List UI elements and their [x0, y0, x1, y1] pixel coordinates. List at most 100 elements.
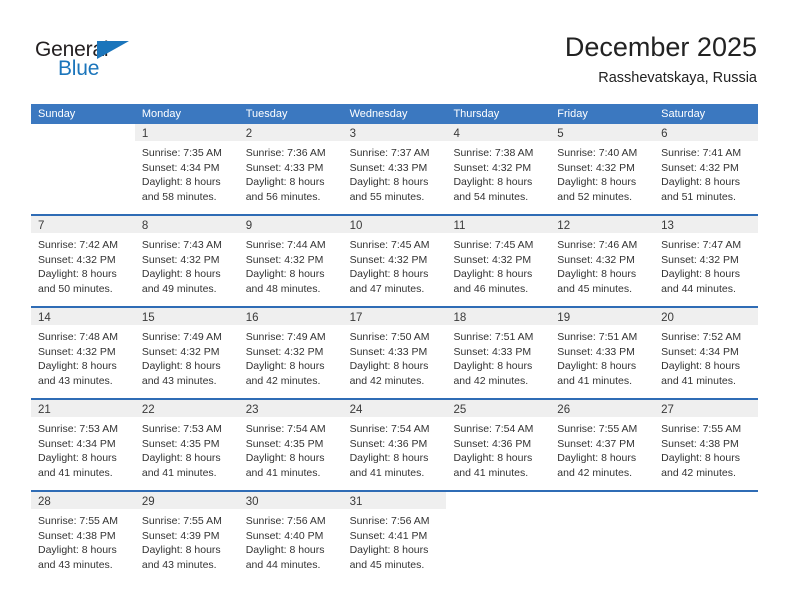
day-info: Sunrise: 7:37 AM Sunset: 4:33 PM Daylight:…	[343, 141, 447, 204]
sunset-text: Sunset: 4:33 PM	[349, 161, 428, 174]
sunrise-text: Sunrise: 7:54 AM	[245, 423, 326, 435]
day-cell[interactable]: 19 Sunrise: 7:51 AM Sunset: 4:33 PM Dayligh…	[550, 308, 655, 390]
week-row: 7 Sunrise: 7:42 AM Sunset: 4:32 PM Daylight…	[31, 214, 759, 298]
week-cells: 28 Sunrise: 7:55 AM Sunset: 4:38 PM Dayligh…	[31, 492, 759, 574]
daylight-text-line2: and 44 minutes.	[661, 282, 736, 295]
daylight-text-line1: Daylight: 8 hours	[141, 176, 221, 189]
day-number-band: 4	[446, 124, 551, 141]
day-cell-empty	[654, 492, 759, 574]
day-number-band: 31	[342, 492, 447, 509]
day-cell[interactable]: 15 Sunrise: 7:49 AM Sunset: 4:32 PM Dayligh…	[134, 308, 239, 390]
day-cell[interactable]: 26 Sunrise: 7:55 AM Sunset: 4:37 PM Dayligh…	[550, 400, 655, 482]
sunrise-text: Sunrise: 7:45 AM	[453, 239, 534, 251]
day-cell[interactable]: 25 Sunrise: 7:54 AM Sunset: 4:36 PM Dayligh…	[446, 400, 551, 482]
daylight-text-line2: and 41 minutes.	[141, 466, 217, 479]
day-cell[interactable]: 8 Sunrise: 7:43 AM Sunset: 4:32 PM Daylight…	[134, 216, 239, 298]
day-cell[interactable]: 21 Sunrise: 7:53 AM Sunset: 4:34 PM Dayligh…	[31, 400, 135, 482]
day-cell[interactable]: 17 Sunrise: 7:50 AM Sunset: 4:33 PM Dayligh…	[342, 308, 447, 390]
daylight-text-line2: and 42 minutes.	[349, 374, 425, 387]
daylight-text-line1: Daylight: 8 hours	[661, 176, 740, 189]
day-cell[interactable]: 2 Sunrise: 7:36 AM Sunset: 4:33 PM Daylight…	[238, 124, 343, 206]
day-info: Sunrise: 7:50 AM Sunset: 4:33 PM Daylight:…	[343, 325, 447, 388]
daylight-text-line1: Daylight: 8 hours	[245, 360, 325, 373]
sunrise-text: Sunrise: 7:36 AM	[245, 147, 326, 159]
sunset-text: Sunset: 4:33 PM	[453, 345, 532, 358]
day-number: 3	[349, 128, 356, 140]
day-info: Sunrise: 7:52 AM Sunset: 4:34 PM Daylight:…	[654, 325, 758, 388]
day-number-band: 6	[654, 124, 759, 141]
sunset-text: Sunset: 4:32 PM	[453, 253, 532, 266]
day-cell[interactable]: 1 Sunrise: 7:35 AM Sunset: 4:34 PM Daylight…	[134, 124, 239, 206]
daylight-text-line1: Daylight: 8 hours	[245, 268, 325, 281]
day-cell[interactable]: 31 Sunrise: 7:56 AM Sunset: 4:41 PM Dayligh…	[342, 492, 447, 574]
day-cell[interactable]: 16 Sunrise: 7:49 AM Sunset: 4:32 PM Dayligh…	[238, 308, 343, 390]
week-row: 1 Sunrise: 7:35 AM Sunset: 4:34 PM Daylight…	[31, 124, 759, 206]
calendar-grid: Sunday Monday Tuesday Wednesday Thursday Frid…	[31, 104, 759, 574]
day-info: Sunrise: 7:51 AM Sunset: 4:33 PM Daylight:…	[550, 325, 654, 388]
day-cell[interactable]: 6 Sunrise: 7:41 AM Sunset: 4:32 PM Daylight…	[654, 124, 759, 206]
daylight-text-line1: Daylight: 8 hours	[349, 544, 429, 557]
day-cell[interactable]: 9 Sunrise: 7:44 AM Sunset: 4:32 PM Daylight…	[238, 216, 343, 298]
day-info: Sunrise: 7:49 AM Sunset: 4:32 PM Daylight:…	[135, 325, 239, 388]
daylight-text-line1: Daylight: 8 hours	[661, 360, 740, 373]
day-number-band: 16	[238, 308, 343, 325]
day-number: 14	[38, 312, 51, 324]
day-cell[interactable]: 27 Sunrise: 7:55 AM Sunset: 4:38 PM Dayligh…	[654, 400, 759, 482]
sunset-text: Sunset: 4:39 PM	[141, 529, 220, 542]
sunrise-text: Sunrise: 7:40 AM	[557, 147, 638, 159]
day-number-band: 21	[31, 400, 135, 417]
triangle-flag-icon	[97, 41, 129, 59]
day-cell[interactable]: 30 Sunrise: 7:56 AM Sunset: 4:40 PM Dayligh…	[238, 492, 343, 574]
day-info: Sunrise: 7:40 AM Sunset: 4:32 PM Daylight:…	[550, 141, 654, 204]
sunrise-text: Sunrise: 7:53 AM	[38, 423, 118, 435]
daylight-text-line2: and 50 minutes.	[38, 282, 113, 295]
day-cell[interactable]: 5 Sunrise: 7:40 AM Sunset: 4:32 PM Daylight…	[550, 124, 655, 206]
day-number: 17	[349, 312, 363, 324]
day-number-band: 9	[238, 216, 343, 233]
day-cell[interactable]: 22 Sunrise: 7:53 AM Sunset: 4:35 PM Dayligh…	[134, 400, 239, 482]
day-cell[interactable]: 28 Sunrise: 7:55 AM Sunset: 4:38 PM Dayligh…	[31, 492, 135, 574]
day-number: 11	[453, 220, 466, 232]
day-cell[interactable]: 11 Sunrise: 7:45 AM Sunset: 4:32 PM Dayligh…	[446, 216, 551, 298]
sunrise-text: Sunrise: 7:54 AM	[453, 423, 534, 435]
day-info: Sunrise: 7:55 AM Sunset: 4:39 PM Daylight:…	[135, 509, 239, 572]
day-cell[interactable]: 29 Sunrise: 7:55 AM Sunset: 4:39 PM Dayligh…	[134, 492, 239, 574]
day-cell[interactable]: 24 Sunrise: 7:54 AM Sunset: 4:36 PM Dayligh…	[342, 400, 447, 482]
day-number: 12	[557, 220, 571, 232]
daylight-text-line1: Daylight: 8 hours	[453, 176, 533, 189]
day-cell[interactable]: 7 Sunrise: 7:42 AM Sunset: 4:32 PM Daylight…	[31, 216, 135, 298]
sunrise-text: Sunrise: 7:44 AM	[245, 239, 326, 251]
daylight-text-line1: Daylight: 8 hours	[453, 268, 533, 281]
day-cell[interactable]: 14 Sunrise: 7:48 AM Sunset: 4:32 PM Dayligh…	[31, 308, 135, 390]
general-blue-logo[interactable]: General Blue	[35, 38, 155, 84]
day-number: 31	[349, 496, 363, 508]
daylight-text-line1: Daylight: 8 hours	[349, 452, 429, 465]
daylight-text-line2: and 42 minutes.	[453, 374, 529, 387]
sunrise-text: Sunrise: 7:54 AM	[349, 423, 430, 435]
sunrise-text: Sunrise: 7:56 AM	[349, 515, 430, 527]
sunset-text: Sunset: 4:32 PM	[661, 253, 739, 266]
sunrise-text: Sunrise: 7:53 AM	[141, 423, 222, 435]
daylight-text-line1: Daylight: 8 hours	[557, 452, 637, 465]
day-cell[interactable]: 13 Sunrise: 7:47 AM Sunset: 4:32 PM Dayligh…	[654, 216, 759, 298]
day-cell[interactable]: 12 Sunrise: 7:46 AM Sunset: 4:32 PM Dayligh…	[550, 216, 655, 298]
day-number: 15	[141, 312, 155, 324]
day-number: 19	[557, 312, 571, 324]
daylight-text-line2: and 45 minutes.	[557, 282, 633, 295]
daylight-text-line1: Daylight: 8 hours	[661, 268, 740, 281]
day-number-band: 24	[342, 400, 447, 417]
day-cell[interactable]: 10 Sunrise: 7:45 AM Sunset: 4:32 PM Dayligh…	[342, 216, 447, 298]
day-cell[interactable]: 3 Sunrise: 7:37 AM Sunset: 4:33 PM Daylight…	[342, 124, 447, 206]
sunset-text: Sunset: 4:32 PM	[141, 253, 220, 266]
sunrise-text: Sunrise: 7:35 AM	[141, 147, 222, 159]
day-cell[interactable]: 23 Sunrise: 7:54 AM Sunset: 4:35 PM Dayligh…	[238, 400, 343, 482]
day-number-band: 15	[134, 308, 239, 325]
daylight-text-line1: Daylight: 8 hours	[245, 452, 325, 465]
sunset-text: Sunset: 4:33 PM	[557, 345, 635, 358]
daylight-text-line1: Daylight: 8 hours	[38, 360, 117, 373]
day-number-band: 17	[342, 308, 447, 325]
sunset-text: Sunset: 4:32 PM	[38, 253, 116, 266]
day-cell[interactable]: 18 Sunrise: 7:51 AM Sunset: 4:33 PM Dayligh…	[446, 308, 551, 390]
day-cell[interactable]: 4 Sunrise: 7:38 AM Sunset: 4:32 PM Daylight…	[446, 124, 551, 206]
day-cell[interactable]: 20 Sunrise: 7:52 AM Sunset: 4:34 PM Dayligh…	[654, 308, 759, 390]
